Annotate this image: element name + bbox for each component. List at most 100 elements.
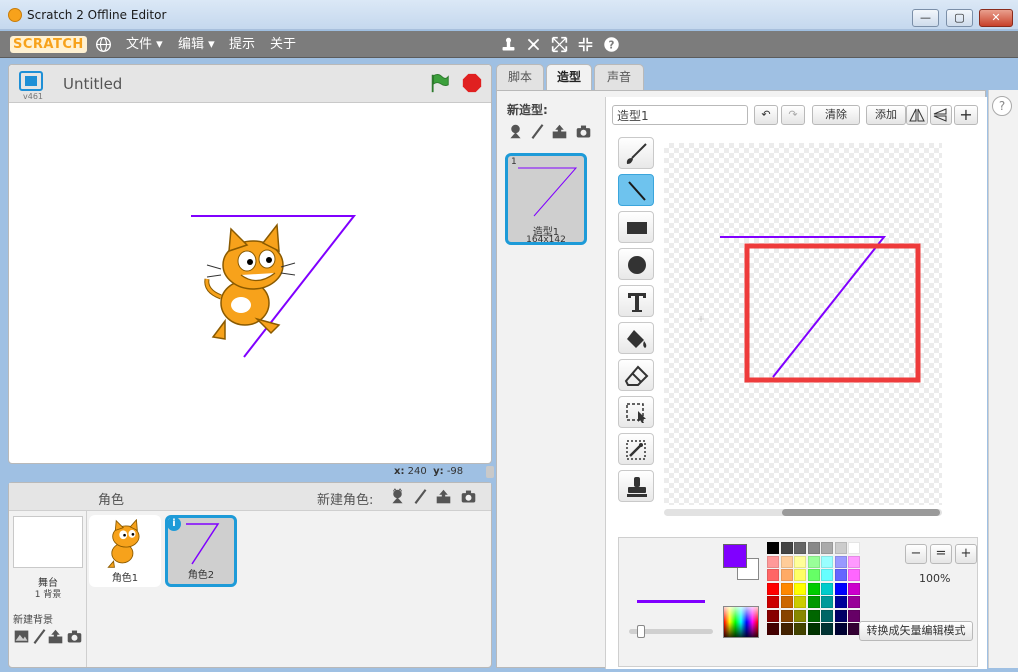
color-swatch[interactable] <box>848 542 860 554</box>
tab-costumes[interactable]: 造型 <box>546 64 592 92</box>
color-swatch[interactable] <box>807 596 820 608</box>
costume-library-icon[interactable] <box>507 123 524 140</box>
fullscreen-button[interactable] <box>19 71 43 91</box>
color-swatch[interactable] <box>780 596 793 608</box>
camera-sprite-icon[interactable] <box>460 488 477 505</box>
tab-sounds[interactable]: 声音 <box>594 64 644 90</box>
help-icon[interactable]: ? <box>603 36 620 53</box>
tool-reshape[interactable] <box>618 433 654 465</box>
info-icon[interactable]: i <box>167 517 181 531</box>
color-swatch[interactable] <box>848 596 860 608</box>
color-swatch[interactable] <box>821 609 833 622</box>
color-swatch[interactable] <box>780 609 793 622</box>
paint-new-costume-icon[interactable] <box>529 123 546 140</box>
sprite-library-icon[interactable] <box>389 488 406 505</box>
color-swatch[interactable] <box>807 542 820 554</box>
stage-thumbnail[interactable] <box>13 516 83 568</box>
maximize-button[interactable]: ▢ <box>946 9 973 27</box>
flip-vertical-icon[interactable] <box>930 105 952 125</box>
color-swatch[interactable] <box>780 569 793 581</box>
color-swatch[interactable] <box>807 569 820 581</box>
color-swatch[interactable] <box>767 596 779 608</box>
tool-fill[interactable] <box>618 322 654 354</box>
color-swatch[interactable] <box>780 555 793 568</box>
camera-costume-icon[interactable] <box>575 123 592 140</box>
redo-button[interactable]: ↷ <box>781 105 805 125</box>
primary-color-swatch[interactable] <box>723 544 747 568</box>
camera-backdrop-icon[interactable] <box>66 628 83 645</box>
stop-icon[interactable] <box>461 72 483 94</box>
color-swatch[interactable] <box>807 609 820 622</box>
color-swatch[interactable] <box>807 582 820 595</box>
color-swatch[interactable] <box>794 582 806 595</box>
shrink-icon[interactable] <box>577 36 594 53</box>
color-swatch[interactable] <box>807 555 820 568</box>
color-swatch[interactable] <box>834 582 847 595</box>
color-swatch[interactable] <box>794 623 806 635</box>
set-center-button[interactable]: + <box>954 105 978 125</box>
color-swatch[interactable] <box>780 542 793 554</box>
color-spectrum-picker[interactable] <box>723 606 759 638</box>
menu-file[interactable]: 文件 ▾ <box>126 37 163 52</box>
color-swatch[interactable] <box>767 582 779 595</box>
color-swatch[interactable] <box>767 569 779 581</box>
slider-knob[interactable] <box>637 625 645 638</box>
flip-horizontal-icon[interactable] <box>906 105 928 125</box>
zoom-out-button[interactable]: − <box>905 544 927 564</box>
color-swatch[interactable] <box>834 609 847 622</box>
zoom-in-button[interactable]: + <box>955 544 977 564</box>
paint-new-backdrop-icon[interactable] <box>31 628 48 645</box>
close-button[interactable]: ✕ <box>979 9 1013 27</box>
canvas-horizontal-scrollbar[interactable] <box>664 509 942 516</box>
color-swatch[interactable] <box>821 582 833 595</box>
tool-line[interactable] <box>618 174 654 206</box>
tool-brush[interactable] <box>618 137 654 169</box>
color-swatch[interactable] <box>821 569 833 581</box>
line-width-slider[interactable] <box>629 625 713 638</box>
color-swatch[interactable] <box>767 609 779 622</box>
color-swatch[interactable] <box>794 542 806 554</box>
color-swatch[interactable] <box>794 596 806 608</box>
sprite-tile-2[interactable]: i 角色2 <box>165 515 237 587</box>
minimize-button[interactable]: — <box>912 9 939 27</box>
tool-eraser[interactable] <box>618 359 654 391</box>
duplicate-icon[interactable] <box>500 36 517 53</box>
undo-button[interactable]: ↶ <box>754 105 778 125</box>
backdrop-library-icon[interactable] <box>13 628 30 645</box>
color-swatch[interactable] <box>834 555 847 568</box>
color-swatch[interactable] <box>767 623 779 635</box>
color-swatch[interactable] <box>821 542 833 554</box>
upload-costume-icon[interactable] <box>551 123 568 140</box>
add-button[interactable]: 添加 <box>866 105 906 125</box>
costume-tile-1[interactable]: 1 造型1 164x142 <box>505 153 587 245</box>
tool-text[interactable] <box>618 285 654 317</box>
color-swatch[interactable] <box>848 582 860 595</box>
color-swatch[interactable] <box>834 542 847 554</box>
color-swatch[interactable] <box>848 569 860 581</box>
scratch-logo[interactable]: SCRATCH <box>10 36 87 53</box>
tool-rectangle[interactable] <box>618 211 654 243</box>
tool-ellipse[interactable] <box>618 248 654 280</box>
upload-sprite-icon[interactable] <box>435 488 452 505</box>
color-swatch[interactable] <box>821 555 833 568</box>
color-swatch[interactable] <box>848 609 860 622</box>
green-flag-icon[interactable] <box>429 72 451 94</box>
color-swatch[interactable] <box>767 542 779 554</box>
color-swatch[interactable] <box>834 623 847 635</box>
color-swatch[interactable] <box>821 596 833 608</box>
scrollbar-thumb[interactable] <box>782 509 940 516</box>
costume-name-input[interactable] <box>612 105 748 125</box>
color-swatch[interactable] <box>794 609 806 622</box>
language-globe-icon[interactable] <box>95 36 112 53</box>
menu-about[interactable]: 关于 <box>270 37 296 52</box>
color-swatch[interactable] <box>834 596 847 608</box>
paint-new-sprite-icon[interactable] <box>412 488 429 505</box>
stage-canvas[interactable] <box>9 103 491 463</box>
grow-icon[interactable] <box>551 36 568 53</box>
convert-to-vector-button[interactable]: 转换成矢量编辑模式 <box>859 621 973 641</box>
color-swatch[interactable] <box>767 555 779 568</box>
menu-tips[interactable]: 提示 <box>229 37 255 52</box>
sprite-tile-1[interactable]: 角色1 <box>89 515 161 587</box>
color-swatch[interactable] <box>780 623 793 635</box>
color-swatch[interactable] <box>807 623 820 635</box>
